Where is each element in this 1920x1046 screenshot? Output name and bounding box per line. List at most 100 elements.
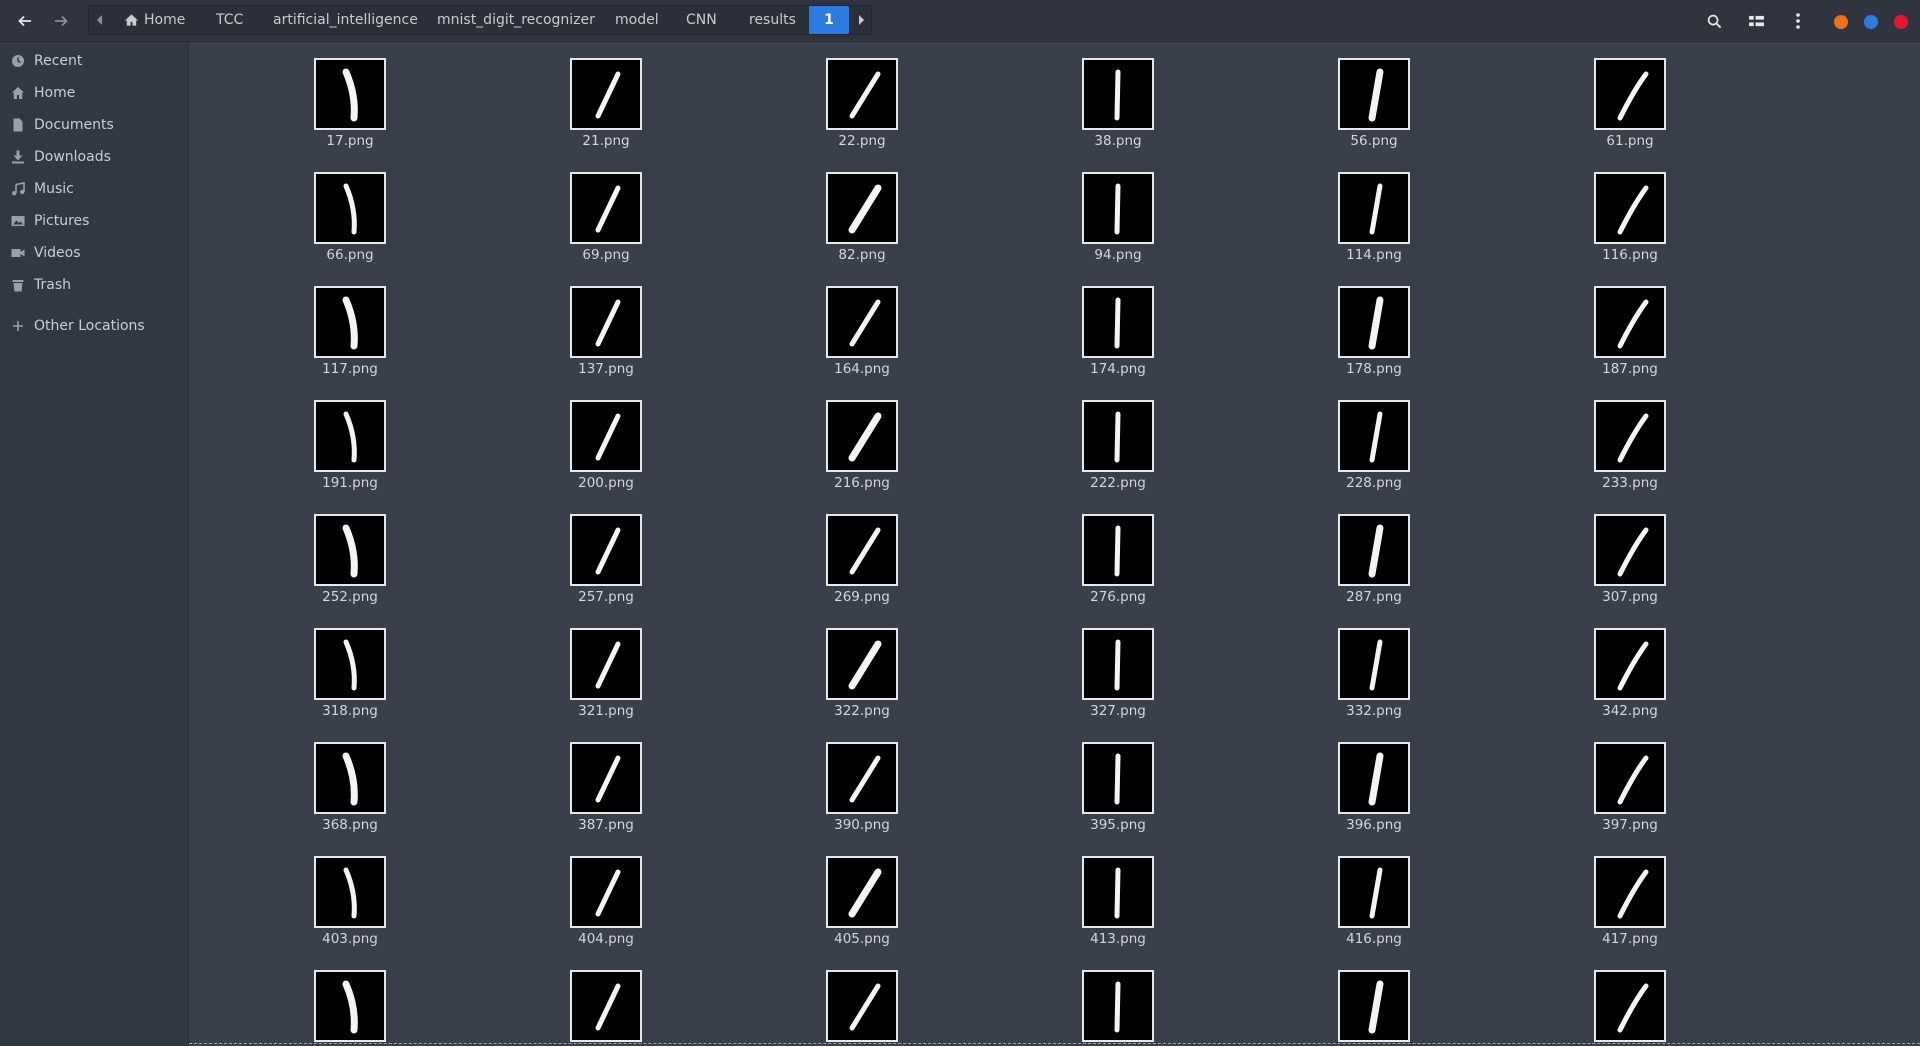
file-item[interactable] <box>214 954 386 1046</box>
file-item[interactable]: 390.png <box>726 726 898 840</box>
breadcrumb-model[interactable]: model <box>615 6 659 34</box>
file-item[interactable]: 38.png <box>982 42 1154 156</box>
file-item[interactable]: 116.png <box>1494 156 1666 270</box>
file-item[interactable]: 117.png <box>214 270 386 384</box>
breadcrumb-results[interactable]: results <box>749 6 796 34</box>
file-item[interactable]: 332.png <box>1238 612 1410 726</box>
sidebar-item-label: Pictures <box>34 213 90 229</box>
triangle-left-icon <box>97 15 102 25</box>
image-thumbnail <box>1594 286 1666 358</box>
path-bar: Home TCC artificial_intelligence mnist_d… <box>88 5 872 35</box>
file-item[interactable] <box>1238 954 1410 1046</box>
file-item[interactable] <box>982 954 1154 1046</box>
file-item[interactable]: 287.png <box>1238 498 1410 612</box>
breadcrumb-current[interactable]: 1 <box>809 6 849 34</box>
back-button[interactable] <box>10 6 40 36</box>
breadcrumb-artificial-intelligence[interactable]: artificial_intelligence <box>273 6 418 34</box>
breadcrumb-cnn[interactable]: CNN <box>686 6 717 34</box>
file-item[interactable]: 307.png <box>1494 498 1666 612</box>
image-thumbnail <box>1594 172 1666 244</box>
sidebar-item-music[interactable]: Music <box>0 174 188 204</box>
file-name: 164.png <box>834 361 890 377</box>
file-item[interactable]: 222.png <box>982 384 1154 498</box>
file-item[interactable]: 252.png <box>214 498 386 612</box>
file-item[interactable]: 396.png <box>1238 726 1410 840</box>
file-item[interactable]: 174.png <box>982 270 1154 384</box>
sidebar-item-documents[interactable]: Documents <box>0 110 188 140</box>
file-item[interactable]: 164.png <box>726 270 898 384</box>
sidebar-item-recent[interactable]: Recent <box>0 46 188 76</box>
file-item[interactable]: 387.png <box>470 726 642 840</box>
file-item[interactable]: 269.png <box>726 498 898 612</box>
close-button[interactable] <box>1894 15 1908 29</box>
view-options-button[interactable] <box>1744 9 1768 33</box>
sidebar-item-trash[interactable]: Trash <box>0 270 188 300</box>
file-item[interactable]: 228.png <box>1238 384 1410 498</box>
file-item[interactable]: 416.png <box>1238 840 1410 954</box>
sidebar-item-label: Home <box>34 85 76 101</box>
file-item[interactable]: 403.png <box>214 840 386 954</box>
file-item[interactable]: 395.png <box>982 726 1154 840</box>
file-item[interactable]: 66.png <box>214 156 386 270</box>
image-thumbnail <box>1338 514 1410 586</box>
forward-button[interactable] <box>46 6 76 36</box>
file-item[interactable]: 178.png <box>1238 270 1410 384</box>
file-item[interactable]: 276.png <box>982 498 1154 612</box>
file-name: 287.png <box>1346 589 1402 605</box>
breadcrumb-home[interactable]: Home <box>124 6 185 34</box>
file-item[interactable]: 200.png <box>470 384 642 498</box>
file-item[interactable]: 187.png <box>1494 270 1666 384</box>
view-bottom-edge <box>189 1043 1920 1044</box>
file-item[interactable]: 21.png <box>470 42 642 156</box>
file-item[interactable] <box>470 954 642 1046</box>
menu-button[interactable] <box>1786 9 1810 33</box>
file-view: 17.png 21.png 22.png 38.png 56.png 61.png 66.p… <box>189 42 1920 1046</box>
file-item[interactable]: 413.png <box>982 840 1154 954</box>
sidebar-item-other-locations[interactable]: Other Locations <box>0 311 188 341</box>
file-item[interactable]: 327.png <box>982 612 1154 726</box>
image-thumbnail <box>826 514 898 586</box>
file-item[interactable]: 191.png <box>214 384 386 498</box>
file-item[interactable]: 257.png <box>470 498 642 612</box>
file-item[interactable]: 404.png <box>470 840 642 954</box>
file-name: 413.png <box>1090 931 1146 947</box>
sidebar-item-pictures[interactable]: Pictures <box>0 206 188 236</box>
breadcrumb-mnist-digit-recognizer[interactable]: mnist_digit_recognizer <box>437 6 595 34</box>
search-button[interactable] <box>1702 9 1726 33</box>
file-item[interactable]: 216.png <box>726 384 898 498</box>
file-item[interactable]: 137.png <box>470 270 642 384</box>
file-item[interactable]: 233.png <box>1494 384 1666 498</box>
sidebar-item-home[interactable]: Home <box>0 78 188 108</box>
file-item[interactable]: 397.png <box>1494 726 1666 840</box>
breadcrumb-tcc[interactable]: TCC <box>216 6 243 34</box>
path-scroll-right-button[interactable] <box>850 6 872 34</box>
sidebar-item-videos[interactable]: Videos <box>0 238 188 268</box>
file-item[interactable]: 405.png <box>726 840 898 954</box>
music-icon <box>11 182 25 196</box>
file-item[interactable]: 342.png <box>1494 612 1666 726</box>
path-scroll-left-button[interactable] <box>89 6 111 34</box>
file-item[interactable]: 69.png <box>470 156 642 270</box>
triangle-right-icon <box>859 15 864 25</box>
file-item[interactable] <box>726 954 898 1046</box>
file-item[interactable]: 56.png <box>1238 42 1410 156</box>
file-item[interactable]: 22.png <box>726 42 898 156</box>
file-item[interactable]: 114.png <box>1238 156 1410 270</box>
file-item[interactable] <box>1494 954 1666 1046</box>
file-item[interactable]: 322.png <box>726 612 898 726</box>
file-item[interactable]: 368.png <box>214 726 386 840</box>
minimize-button[interactable] <box>1834 15 1848 29</box>
sidebar-item-downloads[interactable]: Downloads <box>0 142 188 172</box>
file-item[interactable]: 321.png <box>470 612 642 726</box>
file-item[interactable]: 17.png <box>214 42 386 156</box>
file-item[interactable]: 417.png <box>1494 840 1666 954</box>
file-item[interactable]: 61.png <box>1494 42 1666 156</box>
search-icon <box>1707 14 1721 28</box>
file-item[interactable]: 82.png <box>726 156 898 270</box>
file-item[interactable]: 318.png <box>214 612 386 726</box>
image-thumbnail <box>1594 400 1666 472</box>
image-thumbnail <box>1338 742 1410 814</box>
file-item[interactable]: 94.png <box>982 156 1154 270</box>
maximize-button[interactable] <box>1864 15 1878 29</box>
image-thumbnail <box>570 286 642 358</box>
